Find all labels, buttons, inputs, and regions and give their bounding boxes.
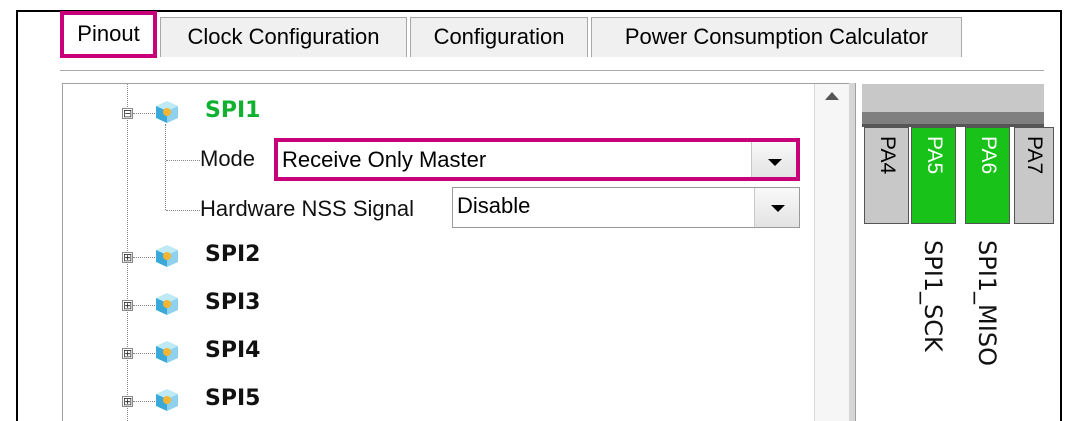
expand-icon[interactable]: ⊞ [122, 396, 133, 407]
peripheral-cube-icon [156, 389, 178, 411]
hardware-nss-signal-value: Disable [457, 193, 531, 218]
peripheral-cube-icon [156, 293, 178, 315]
peripheral-cube-icon [156, 101, 178, 123]
tree-node-spi3[interactable]: SPI3 [205, 290, 260, 315]
tree-connector [133, 113, 155, 114]
tree-scrollbar[interactable] [814, 84, 850, 421]
expand-icon[interactable]: ⊞ [122, 348, 133, 359]
collapse-icon[interactable]: ⊟ [122, 108, 133, 119]
pin-signal-spi1-sck: SPI1_SCK [919, 240, 947, 352]
pin-pa5[interactable]: PA5 [911, 127, 956, 224]
tree-node-spi5[interactable]: SPI5 [205, 386, 260, 411]
tree-connector [133, 257, 155, 258]
expand-icon[interactable]: ⊞ [122, 300, 133, 311]
tree-node-spi1[interactable]: SPI1 [205, 98, 260, 123]
pin-label: PA6 [976, 136, 1000, 175]
pin-pa6[interactable]: PA6 [965, 127, 1010, 224]
peripheral-cube-icon [156, 245, 178, 267]
peripheral-cube-icon [156, 341, 178, 363]
chip-edge [862, 112, 1044, 124]
pin-signal-spi1-miso: SPI1_MISO [973, 240, 1001, 366]
hardware-nss-signal-select[interactable]: Disable [452, 187, 800, 228]
tree-node-spi2[interactable]: SPI2 [205, 242, 260, 267]
chevron-down-icon [768, 159, 782, 166]
tree-child-line [165, 124, 166, 210]
chip-pinout-view[interactable]: PA4 PA5 PA6 PA7 SPI1_SCK SPI1_MISO [856, 84, 1054, 421]
tree-panel[interactable] [62, 83, 849, 421]
pin-pa4[interactable]: PA4 [864, 127, 909, 224]
panel-splitter[interactable] [849, 83, 856, 421]
expand-icon[interactable]: ⊞ [122, 252, 133, 263]
app-window: Pinout Clock Configuration Configuration… [0, 0, 1084, 421]
tree-connector [133, 401, 155, 402]
tab-strip-divider [60, 70, 1044, 71]
tree-connector [166, 160, 200, 161]
tab-power-consumption-calculator[interactable]: Power Consumption Calculator [591, 17, 962, 57]
nss-dropdown-button[interactable] [754, 188, 799, 227]
tree-node-spi4[interactable]: SPI4 [205, 338, 260, 363]
pin-pa7[interactable]: PA7 [1014, 127, 1054, 224]
mode-select-value: Receive Only Master [282, 147, 487, 172]
tab-configuration[interactable]: Configuration [410, 17, 588, 57]
tab-clock-configuration[interactable]: Clock Configuration [160, 17, 407, 57]
tree-connector [133, 305, 155, 306]
chevron-down-icon [771, 205, 785, 212]
tree-connector [166, 210, 200, 211]
hardware-nss-signal-label: Hardware NSS Signal [200, 196, 414, 221]
mode-select[interactable]: Receive Only Master [274, 138, 800, 181]
tab-pinout[interactable]: Pinout [60, 11, 157, 58]
scroll-up-arrow-icon[interactable] [825, 92, 839, 100]
chip-body [862, 84, 1044, 112]
pin-label: PA5 [922, 136, 946, 175]
tree-connector [133, 353, 155, 354]
mode-label: Mode [200, 146, 256, 171]
pin-label: PA7 [1023, 136, 1046, 175]
mode-dropdown-button[interactable] [751, 142, 796, 177]
pin-label: PA4 [875, 136, 899, 175]
